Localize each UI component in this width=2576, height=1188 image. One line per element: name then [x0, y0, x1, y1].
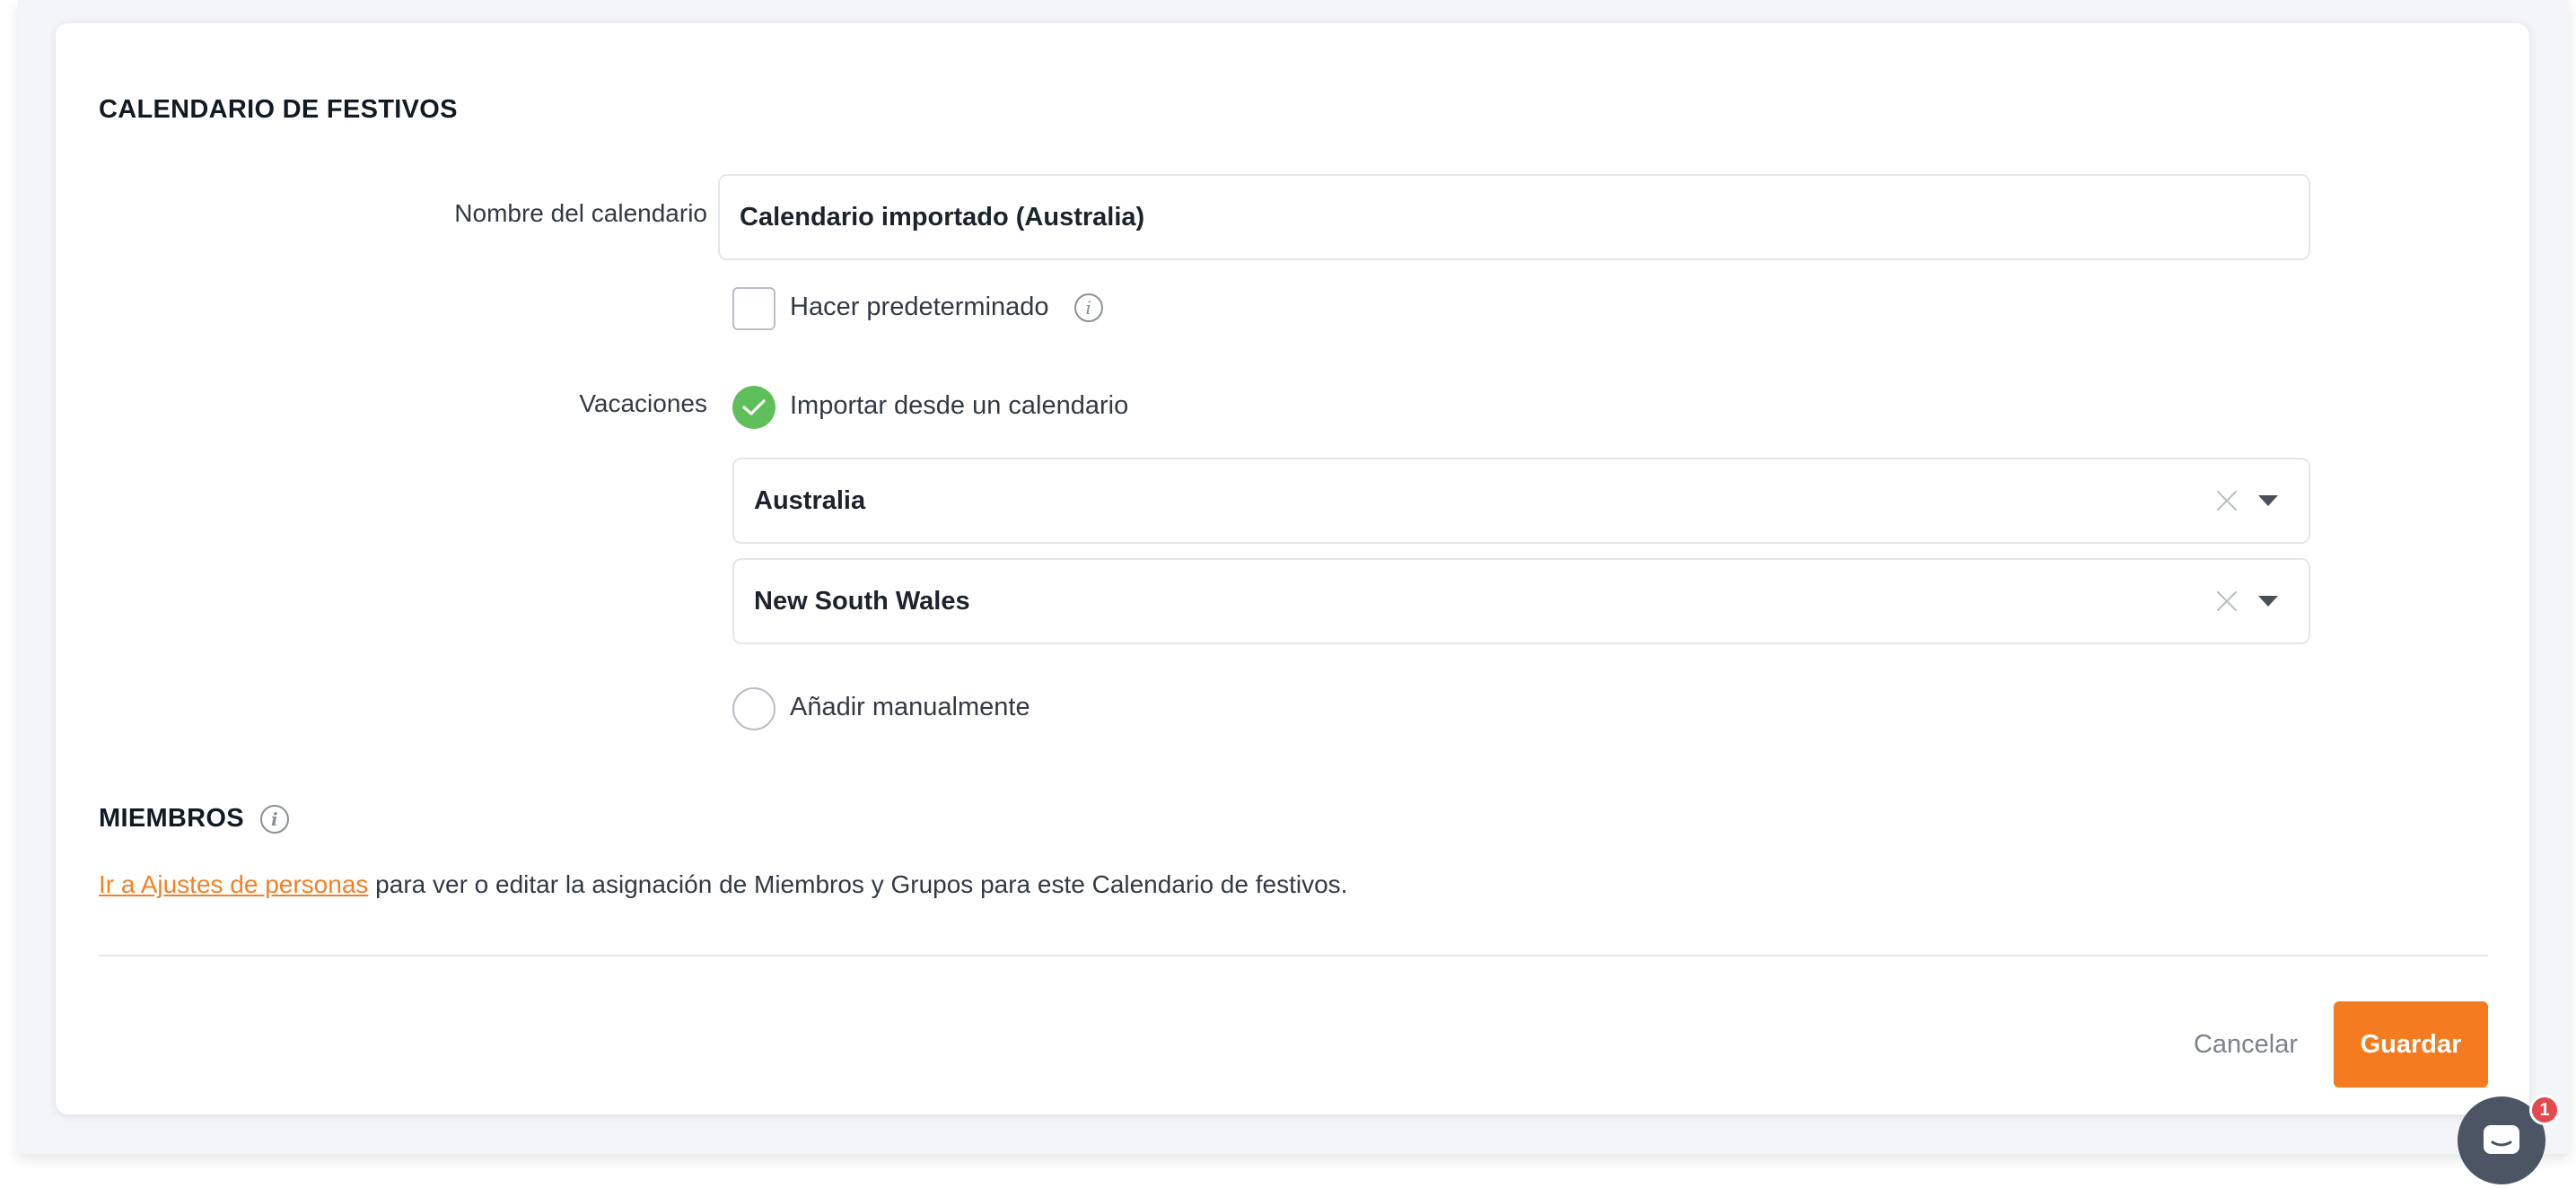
chat-icon	[2484, 1125, 2519, 1154]
import-from-calendar-radio[interactable]	[732, 386, 775, 429]
notification-badge: 1	[2529, 1095, 2560, 1125]
holiday-calendar-card: CALENDARIO DE FESTIVOS Nombre del calend…	[56, 23, 2529, 1114]
members-description-text: para ver o editar la asignación de Miemb…	[368, 870, 1348, 898]
calendar-name-label: Nombre del calendario	[454, 199, 707, 227]
chevron-down-icon[interactable]	[2258, 495, 2278, 506]
section-title-members: MIEMBROS i	[99, 804, 289, 834]
holidays-label: Vacaciones	[579, 389, 707, 417]
calendar-name-input[interactable]: Calendario importado (Australia)	[718, 174, 2310, 260]
calendar-name-value: Calendario importado (Australia)	[740, 202, 1145, 231]
country-select-value: Australia	[754, 485, 866, 515]
section-title-text: CALENDARIO DE FESTIVOS	[99, 95, 458, 124]
people-settings-link[interactable]: Ir a Ajustes de personas	[99, 870, 368, 898]
country-select[interactable]: Australia	[732, 458, 2310, 544]
members-description: Ir a Ajustes de personas para ver o edit…	[99, 870, 1347, 899]
cancel-button[interactable]: Cancelar	[2179, 1001, 2312, 1088]
checkmark-icon	[742, 399, 766, 415]
region-select-controls	[2215, 590, 2278, 613]
import-from-calendar-label: Importar desde un calendario	[790, 391, 1129, 420]
add-manually-radio[interactable]	[732, 687, 775, 730]
region-select[interactable]: New South Wales	[732, 558, 2310, 644]
region-select-value: New South Wales	[754, 586, 970, 616]
chevron-down-icon[interactable]	[2258, 596, 2278, 607]
add-manually-label: Añadir manualmente	[790, 693, 1030, 721]
members-title-text: MIEMBROS	[99, 804, 244, 833]
clear-icon[interactable]	[2215, 590, 2239, 613]
country-select-controls	[2215, 489, 2278, 512]
make-default-label: Hacer predeterminado	[790, 293, 1049, 321]
divider	[99, 955, 2488, 957]
make-default-checkbox[interactable]	[732, 287, 775, 330]
save-button[interactable]: Guardar	[2334, 1001, 2488, 1088]
info-icon[interactable]: i	[259, 804, 289, 834]
section-title-holiday-calendar: CALENDARIO DE FESTIVOS	[99, 95, 458, 125]
clear-icon[interactable]	[2215, 489, 2239, 512]
info-icon[interactable]: i	[1073, 293, 1103, 322]
make-default-option: Hacer predeterminado i	[790, 293, 1103, 322]
